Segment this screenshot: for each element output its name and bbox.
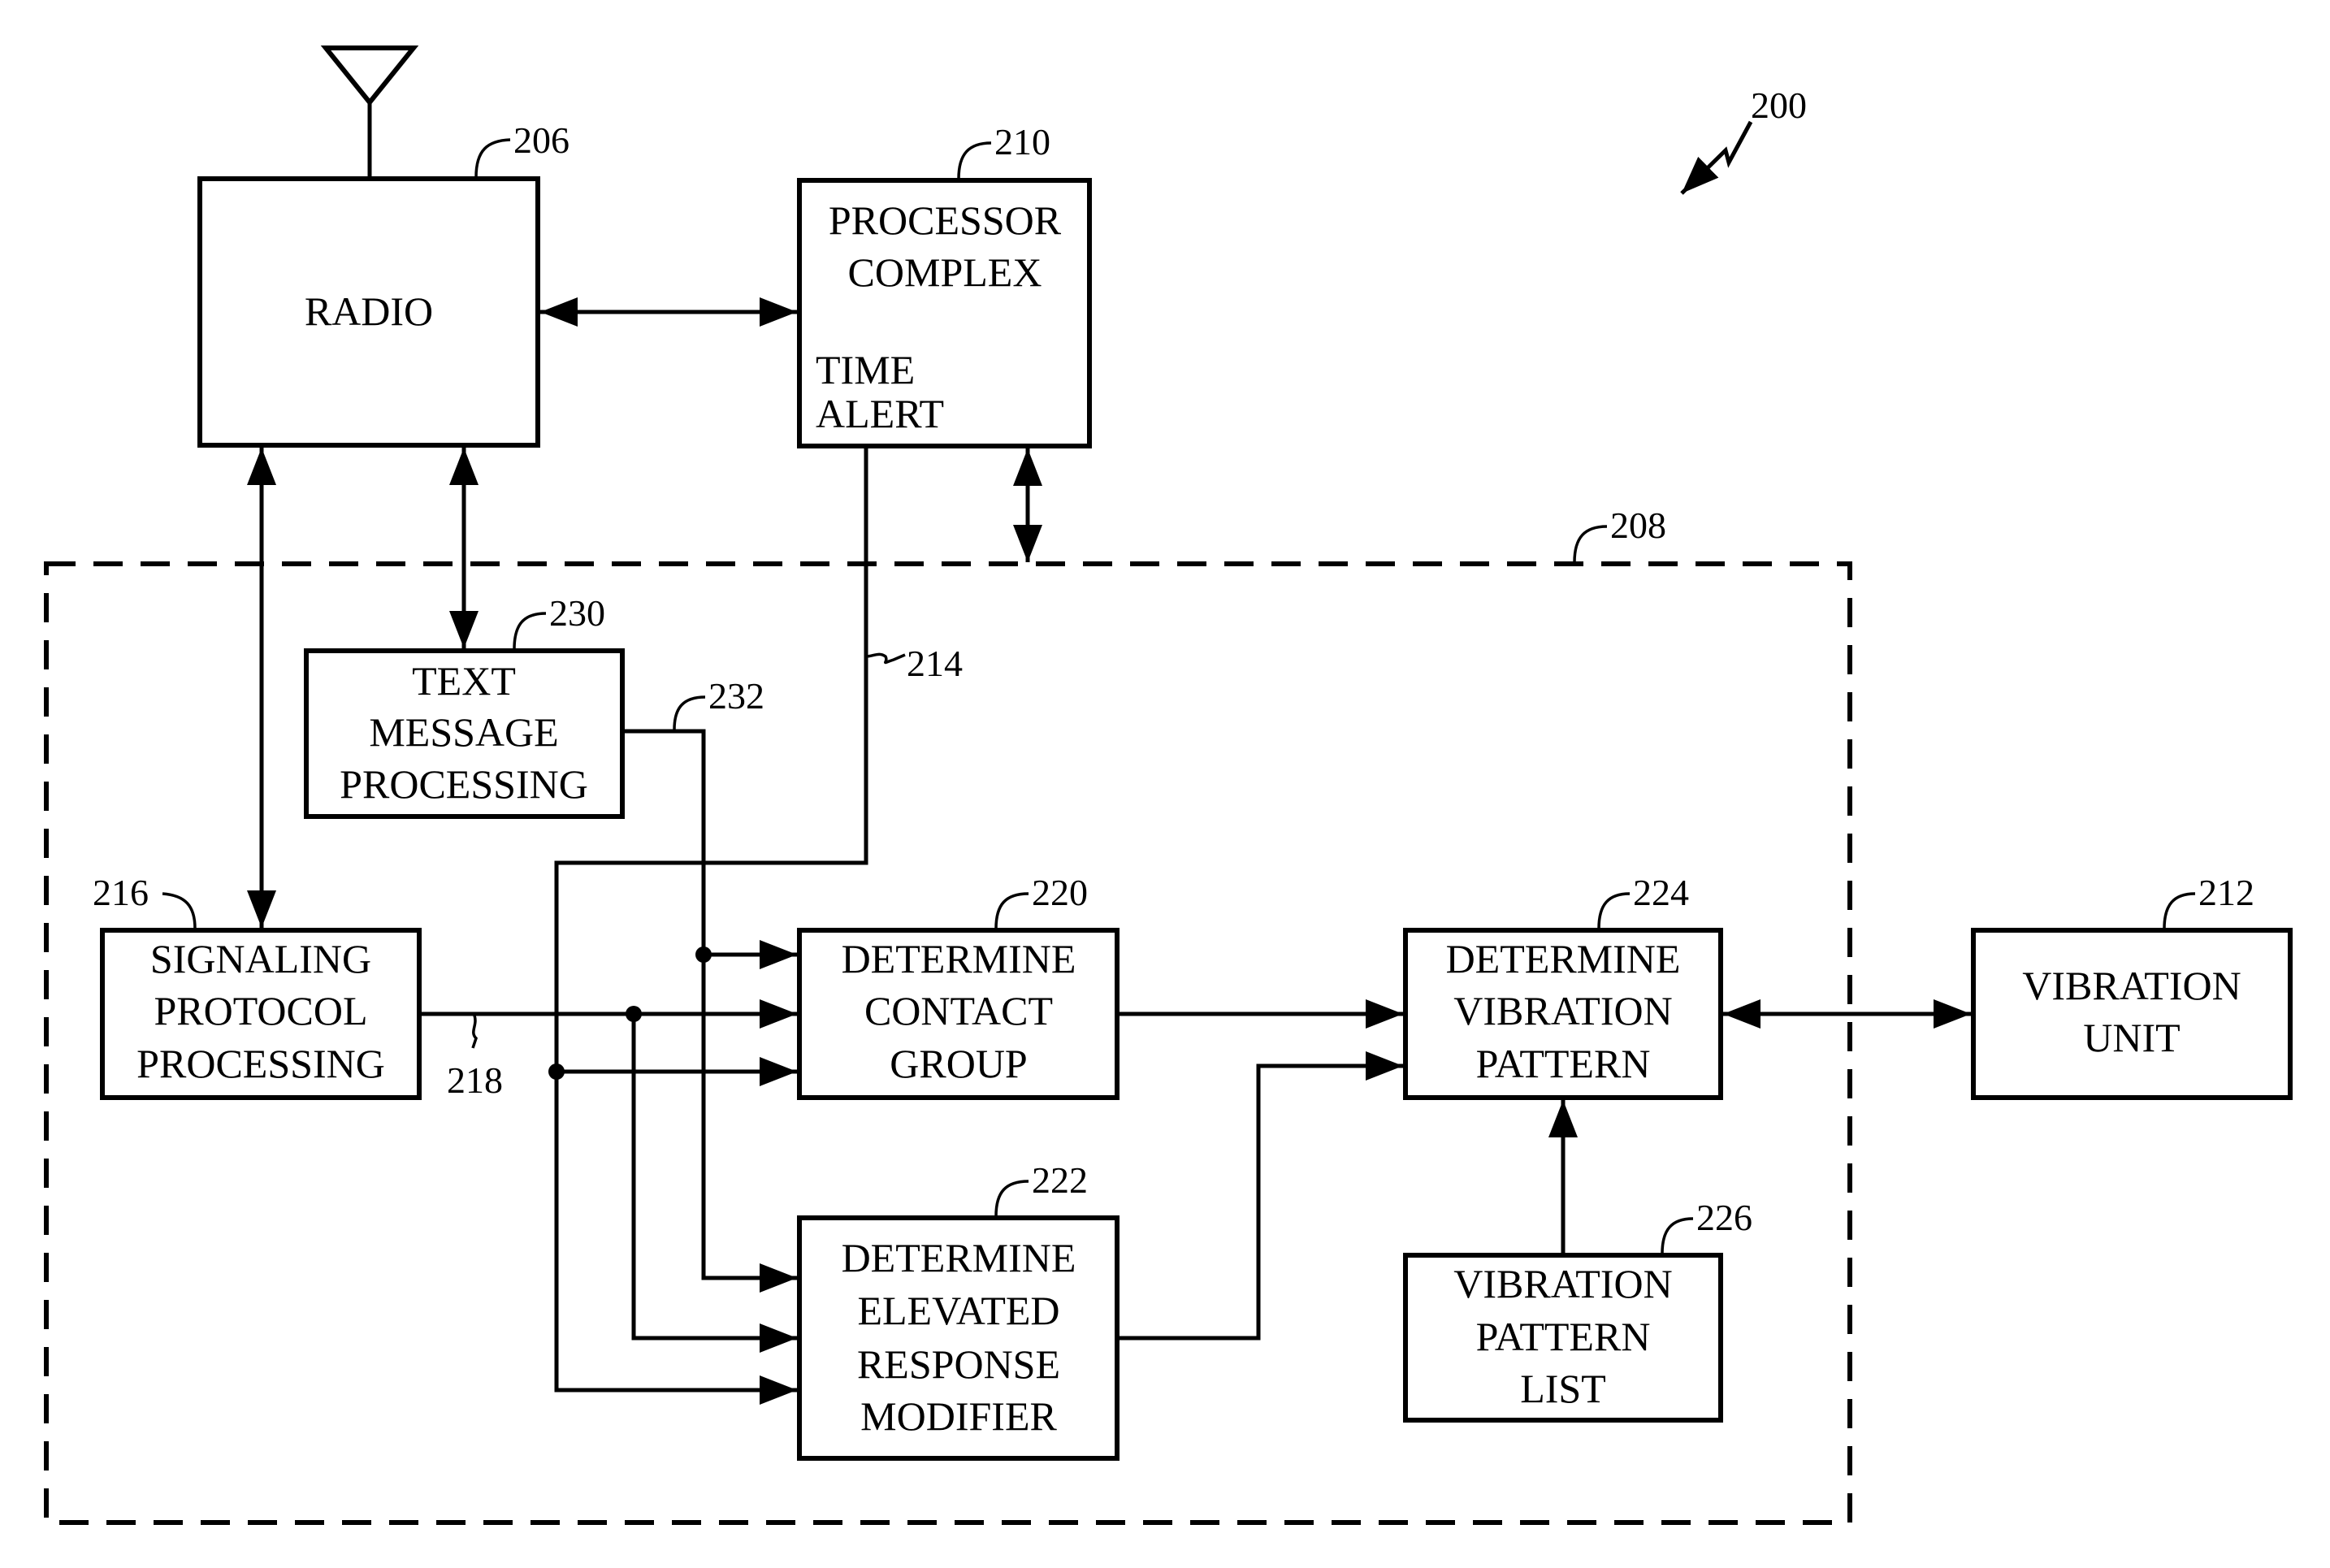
vibration-unit-ref: 212 [2198, 872, 2254, 913]
contact-group-ref: 220 [1032, 872, 1088, 913]
vibration-unit-label-line2: UNIT [2083, 1015, 2180, 1060]
signaling-ref: 216 [93, 872, 149, 913]
vibration-unit-block: VIBRATION UNIT 212 [1971, 872, 2293, 1100]
determine-vibration-pattern-block: DETERMINE VIBRATION PATTERN 224 [1403, 872, 1723, 1100]
signaling-signal-line: 218 [419, 999, 797, 1353]
text-message-label-line1: TEXT [412, 658, 516, 704]
radio-block: RADIO 206 [197, 119, 570, 448]
figure-ref-arrow [1680, 120, 1753, 195]
signaling-label-line1: SIGNALING [150, 936, 371, 981]
vibration-unit-label-line1: VIBRATION [2022, 963, 2241, 1008]
subsystem-ref: 208 [1610, 505, 1666, 546]
antenna-icon [320, 45, 419, 179]
time-alert-label-line2: ALERT [816, 391, 944, 436]
contact-group-label-line3: GROUP [890, 1041, 1027, 1086]
signaling-label-line2: PROTOCOL [154, 988, 367, 1033]
text-signal-line: 232 [622, 675, 797, 1293]
processor-label-line1: PROCESSOR [829, 197, 1062, 243]
vibration-pattern-ref: 224 [1633, 872, 1689, 913]
signaling-label-line3: PROCESSING [136, 1041, 385, 1086]
elevated-label-line2: ELEVATED [857, 1288, 1059, 1333]
time-alert-line-ref: 214 [907, 643, 963, 684]
vibration-pattern-label-line1: DETERMINE [1446, 936, 1681, 981]
determine-contact-group-block: DETERMINE CONTACT GROUP 220 [797, 872, 1120, 1100]
vibration-pattern-list-block: VIBRATION PATTERN LIST 226 [1403, 1197, 1752, 1423]
vibration-pattern-label-line2: VIBRATION [1453, 988, 1672, 1033]
contact-group-label-line1: DETERMINE [842, 936, 1076, 981]
text-message-label-line2: MESSAGE [369, 709, 558, 755]
pattern-list-ref: 226 [1696, 1197, 1752, 1238]
processor-ref: 210 [994, 121, 1050, 162]
elevated-to-pattern-link [1117, 1051, 1403, 1341]
text-message-ref: 230 [549, 592, 605, 634]
elevated-label-line1: DETERMINE [842, 1235, 1076, 1280]
time-alert-label-line1: TIME [816, 347, 915, 392]
block-diagram: 200 RADIO 206 PROCESSOR COMPLEX TIME ALE… [44, 45, 2293, 1525]
pattern-list-label-line1: VIBRATION [1453, 1261, 1672, 1306]
radio-ref: 206 [513, 119, 570, 161]
vibration-pattern-label-line3: PATTERN [1476, 1041, 1651, 1086]
elevated-ref: 222 [1032, 1159, 1088, 1201]
elevated-label-line4: MODIFIER [860, 1393, 1057, 1439]
contact-group-label-line2: CONTACT [864, 988, 1053, 1033]
signaling-protocol-processing-block: SIGNALING PROTOCOL PROCESSING 216 [93, 872, 422, 1100]
signaling-line-ref: 218 [447, 1059, 503, 1101]
determine-elevated-response-modifier-block: DETERMINE ELEVATED RESPONSE MODIFIER 222 [797, 1159, 1120, 1461]
figure-ref-label: 200 [1751, 84, 1807, 126]
processor-complex-block: PROCESSOR COMPLEX TIME ALERT 210 [797, 121, 1092, 448]
processor-label-line2: COMPLEX [848, 249, 1042, 295]
figure-reference: 200 [1680, 84, 1807, 195]
text-line-ref: 232 [708, 675, 764, 717]
elevated-label-line3: RESPONSE [857, 1341, 1060, 1387]
pattern-list-label-line3: LIST [1520, 1366, 1606, 1411]
radio-label: RADIO [305, 288, 433, 334]
pattern-list-label-line2: PATTERN [1476, 1314, 1651, 1359]
text-message-label-line3: PROCESSING [340, 761, 588, 807]
